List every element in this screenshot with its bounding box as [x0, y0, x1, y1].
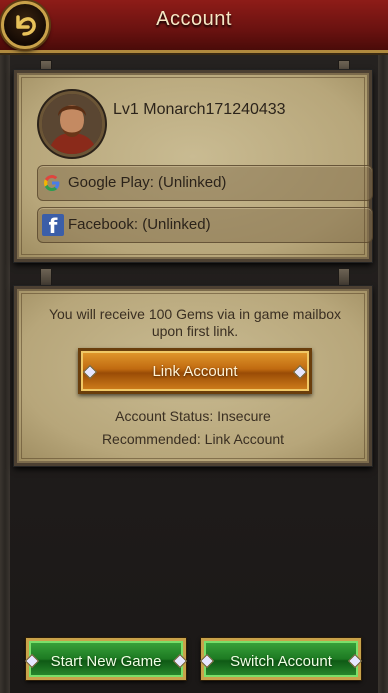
start-new-game-label: Start New Game: [50, 653, 162, 670]
google-icon: [44, 175, 60, 191]
start-new-game-button[interactable]: Start New Game: [24, 638, 188, 680]
google-play-link-row[interactable]: Google Play: (Unlinked): [37, 165, 373, 201]
facebook-icon: f: [42, 214, 64, 238]
header-bar: Account: [0, 0, 388, 53]
link-account-button[interactable]: Link Account: [78, 348, 312, 394]
switch-account-label: Switch Account: [230, 653, 332, 670]
switch-account-button[interactable]: Switch Account: [199, 638, 363, 680]
panel-hanger: [338, 268, 350, 288]
reward-message-line2: upon first link.: [151, 323, 239, 339]
player-name: Lv1 Monarch171240433: [113, 101, 286, 118]
facebook-label: Facebook: (Unlinked): [68, 216, 211, 233]
account-status: Account Status: Insecure: [115, 408, 271, 424]
recommended-text: Recommended: Link Account: [101, 431, 285, 447]
reward-message-line1: You will receive 100 Gems via in game ma…: [48, 306, 342, 322]
page-title: Account: [156, 8, 232, 30]
google-play-label: Google Play: (Unlinked): [68, 174, 227, 191]
facebook-link-row[interactable]: f Facebook: (Unlinked): [37, 207, 373, 243]
back-button[interactable]: [1, 1, 49, 49]
panel-hanger: [40, 268, 52, 288]
curved-back-arrow-icon: [16, 15, 36, 36]
profile-panel: Lv1 Monarch171240433 Google Play: (Unlin…: [14, 70, 373, 262]
avatar: [39, 91, 105, 157]
left-rail: [0, 53, 10, 693]
right-rail: [378, 53, 388, 693]
reward-message: You will receive 100 Gems via in game ma…: [30, 306, 360, 340]
link-account-label: Link Account: [152, 363, 238, 380]
